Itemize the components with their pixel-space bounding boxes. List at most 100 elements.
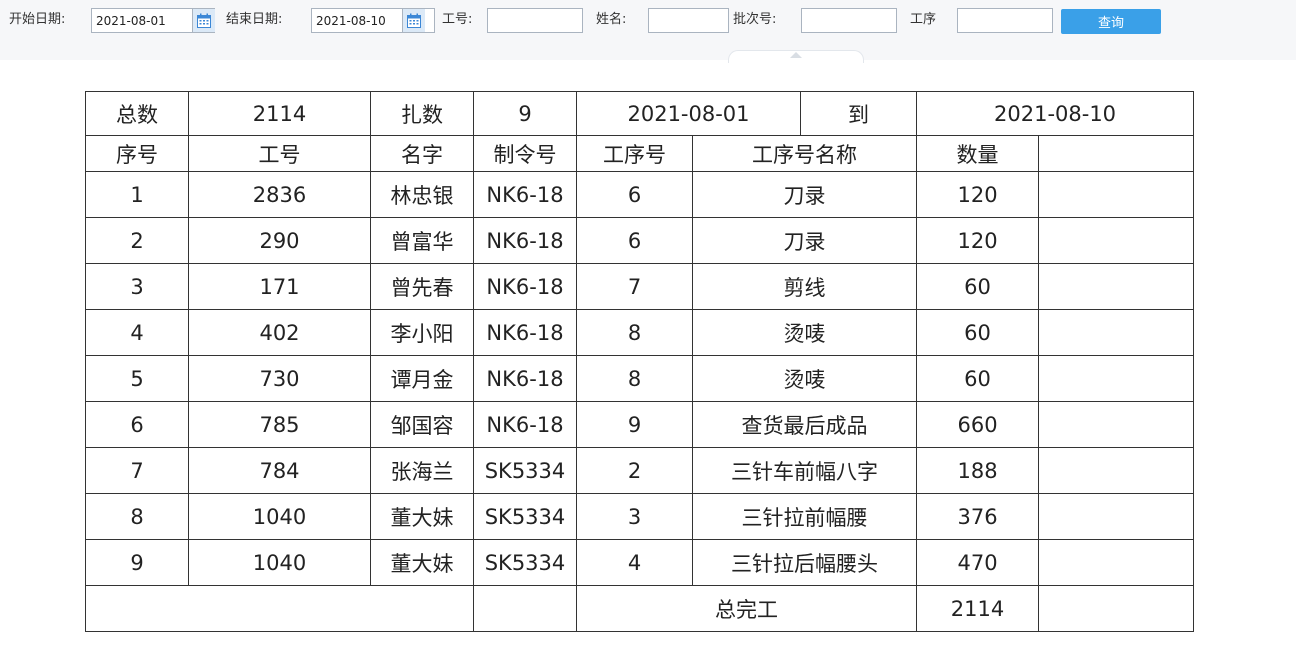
- table-row: 6 785 邹国容 NK6-18 9 查货最后成品 660: [85, 401, 1195, 448]
- batch-no-input[interactable]: [801, 8, 897, 33]
- table-row: 2 290 曾富华 NK6-18 6 刀录 120: [85, 217, 1195, 264]
- row-step-name: 三针拉后幅腰头: [691, 539, 918, 586]
- row-order-no: SK5334: [473, 447, 577, 494]
- row-order-no: NK6-18: [473, 401, 577, 448]
- empty-cell: [1038, 493, 1195, 540]
- row-seq: 6: [85, 401, 189, 448]
- date-to: 2021-08-10: [916, 91, 1195, 136]
- column-header: 工序号: [576, 135, 693, 172]
- row-name: 李小阳: [370, 309, 474, 356]
- column-header: 工号: [188, 135, 371, 172]
- row-step-name: 剪线: [691, 263, 918, 310]
- table-row: 8 1040 董大妹 SK5334 3 三针拉前幅腰 376: [85, 493, 1195, 540]
- total-done-label: 总完工: [575, 585, 918, 632]
- row-step-name: 烫唛: [691, 355, 918, 402]
- empty-cell: [1038, 217, 1195, 264]
- end-date-calendar-button[interactable]: [402, 9, 425, 32]
- row-seq: 1: [85, 171, 189, 218]
- to-label: 到: [800, 91, 918, 136]
- bundle-value: 9: [473, 91, 577, 136]
- name-input[interactable]: [648, 8, 729, 33]
- row-step-no: 6: [576, 217, 693, 264]
- table-row: 3 171 曾先春 NK6-18 7 剪线 60: [85, 263, 1195, 310]
- table-row: 5 730 谭月金 NK6-18 8 烫唛 60: [85, 355, 1195, 402]
- row-quantity: 660: [916, 401, 1040, 448]
- table-row: 1 2836 林忠银 NK6-18 6 刀录 120: [85, 171, 1195, 218]
- query-button[interactable]: 查询: [1061, 9, 1161, 34]
- row-order-no: SK5334: [473, 539, 577, 586]
- row-step-name: 三针拉前幅腰: [691, 493, 918, 540]
- row-employee-no: 2836: [188, 171, 371, 218]
- row-order-no: NK6-18: [473, 171, 577, 218]
- table-row: 7 784 张海兰 SK5334 2 三针车前幅八字 188: [85, 447, 1195, 494]
- process-input[interactable]: [957, 8, 1053, 33]
- row-seq: 9: [85, 539, 189, 586]
- row-order-no: NK6-18: [473, 355, 577, 402]
- total-label: 总数: [85, 91, 189, 136]
- row-name: 邹国容: [370, 401, 474, 448]
- empty-cell: [473, 585, 577, 632]
- start-date-calendar-button[interactable]: [192, 9, 215, 32]
- row-step-no: 7: [576, 263, 693, 310]
- row-employee-no: 402: [188, 309, 371, 356]
- row-step-name: 烫唛: [691, 309, 918, 356]
- row-employee-no: 784: [188, 447, 371, 494]
- column-header: 数量: [916, 135, 1040, 172]
- empty-cell: [1038, 171, 1195, 218]
- row-step-name: 三针车前幅八字: [691, 447, 918, 494]
- row-quantity: 60: [916, 355, 1040, 402]
- row-step-name: 查货最后成品: [691, 401, 918, 448]
- row-employee-no: 785: [188, 401, 371, 448]
- row-name: 曾富华: [370, 217, 474, 264]
- start-date-label: 开始日期:: [9, 12, 66, 27]
- column-header: 制令号: [473, 135, 577, 172]
- total-done-row: 总完工 2114: [85, 585, 1195, 632]
- column-header-row: 序号 工号 名字 制令号 工序号 工序号名称 数量: [85, 135, 1195, 172]
- collapse-arrow-icon: [790, 52, 802, 58]
- table-row: 4 402 李小阳 NK6-18 8 烫唛 60: [85, 309, 1195, 356]
- row-order-no: NK6-18: [473, 217, 577, 264]
- batch-no-label: 批次号:: [733, 12, 777, 27]
- row-quantity: 188: [916, 447, 1040, 494]
- row-step-no: 6: [576, 171, 693, 218]
- row-quantity: 120: [916, 171, 1040, 218]
- row-seq: 4: [85, 309, 189, 356]
- empty-cell: [1038, 309, 1195, 356]
- total-done-value: 2114: [916, 585, 1040, 632]
- row-order-no: NK6-18: [473, 309, 577, 356]
- row-step-name: 刀录: [691, 217, 918, 264]
- row-name: 董大妹: [370, 539, 474, 586]
- row-employee-no: 290: [188, 217, 371, 264]
- empty-cell: [1038, 355, 1195, 402]
- row-step-no: 2: [576, 447, 693, 494]
- employee-no-label: 工号:: [442, 12, 473, 27]
- report-table: 总数 2114 扎数 9 2021-08-01 到 2021-08-10 序号 …: [85, 91, 1195, 632]
- row-seq: 7: [85, 447, 189, 494]
- empty-cell: [1038, 539, 1195, 586]
- date-from: 2021-08-01: [575, 91, 802, 136]
- row-quantity: 60: [916, 309, 1040, 356]
- row-name: 谭月金: [370, 355, 474, 402]
- employee-no-input[interactable]: [487, 8, 583, 33]
- row-step-name: 刀录: [691, 171, 918, 218]
- process-label: 工序: [910, 12, 937, 27]
- empty-header-cell: [1038, 135, 1195, 172]
- bundle-label: 扎数: [370, 91, 474, 136]
- empty-cell: [1038, 447, 1195, 494]
- row-step-no: 8: [576, 309, 693, 356]
- name-label: 姓名:: [596, 12, 627, 27]
- filter-toolbar: 开始日期: 结束日期: 工号: 姓名: 批次号:: [0, 0, 1296, 60]
- calendar-icon: [407, 13, 421, 28]
- row-seq: 3: [85, 263, 189, 310]
- row-seq: 8: [85, 493, 189, 540]
- row-employee-no: 1040: [188, 539, 371, 586]
- row-name: 张海兰: [370, 447, 474, 494]
- row-employee-no: 1040: [188, 493, 371, 540]
- empty-cell: [1038, 263, 1195, 310]
- row-seq: 2: [85, 217, 189, 264]
- row-quantity: 60: [916, 263, 1040, 310]
- row-name: 林忠银: [370, 171, 474, 218]
- row-quantity: 470: [916, 539, 1040, 586]
- row-employee-no: 171: [188, 263, 371, 310]
- empty-cell: [1038, 585, 1195, 632]
